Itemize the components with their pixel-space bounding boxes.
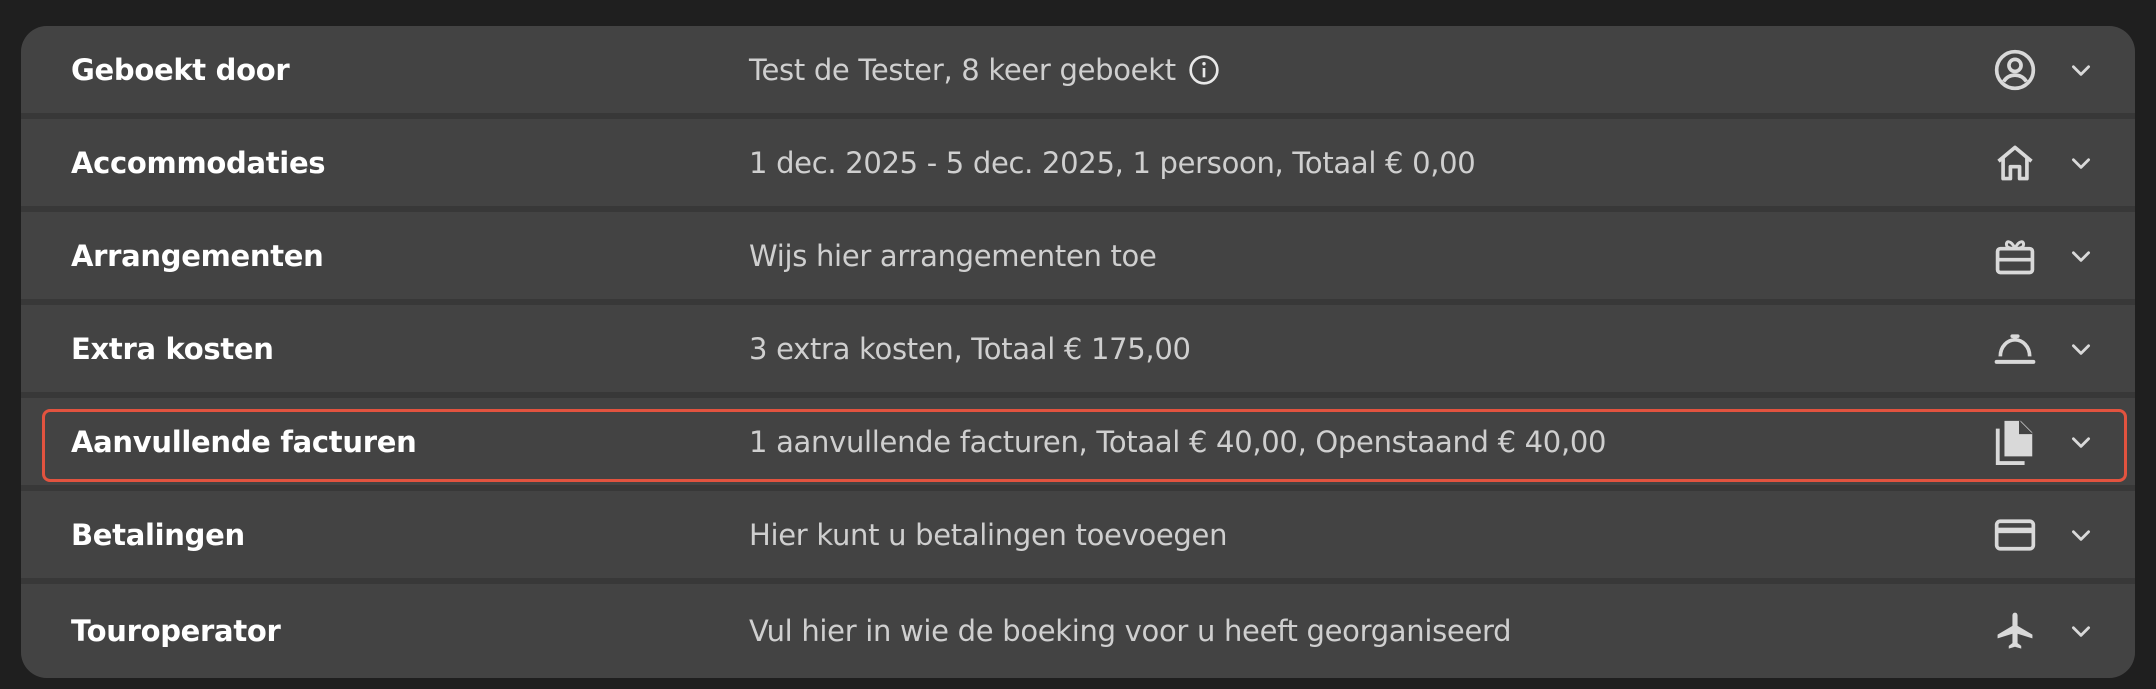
section-row-extra-kosten[interactable]: Extra kosten 3 extra kosten, Totaal € 17… <box>21 305 2135 392</box>
section-row-touroperator[interactable]: Touroperator Vul hier in wie de boeking … <box>21 584 2135 678</box>
section-row-geboekt-door[interactable]: Geboekt door Test de Tester, 8 keer gebo… <box>21 26 2135 113</box>
section-summary: 1 aanvullende facturen, Totaal € 40,00, … <box>749 424 1607 459</box>
section-label: Extra kosten <box>71 331 274 366</box>
section-summary: 3 extra kosten, Totaal € 175,00 <box>749 331 1191 366</box>
airplane-icon <box>1988 604 2042 658</box>
section-row-arrangementen[interactable]: Arrangementen Wijs hier arrangementen to… <box>21 212 2135 299</box>
section-label: Touroperator <box>71 614 281 648</box>
room-service-bell-icon <box>1988 322 2042 376</box>
section-summary: Test de Tester, 8 keer geboekt <box>749 53 1220 87</box>
section-label: Aanvullende facturen <box>71 424 417 459</box>
section-label: Arrangementen <box>71 238 324 273</box>
chevron-down-icon[interactable] <box>2061 143 2101 183</box>
credit-card-icon <box>1988 508 2042 562</box>
section-label: Geboekt door <box>71 52 290 87</box>
home-icon <box>1988 136 2042 190</box>
section-summary: Hier kunt u betalingen toevoegen <box>749 517 1228 552</box>
chevron-down-icon[interactable] <box>2061 329 2101 369</box>
section-summary: Wijs hier arrangementen toe <box>749 238 1157 273</box>
booking-sections-panel: Geboekt door Test de Tester, 8 keer gebo… <box>21 26 2135 678</box>
gift-box-icon <box>1988 229 2042 283</box>
section-summary: Vul hier in wie de boeking voor u heeft … <box>749 614 1512 648</box>
section-summary-text: Test de Tester, 8 keer geboekt <box>749 52 1176 87</box>
chevron-down-icon[interactable] <box>2061 422 2101 462</box>
section-summary: 1 dec. 2025 - 5 dec. 2025, 1 persoon, To… <box>749 145 1476 180</box>
section-row-aanvullende-facturen[interactable]: Aanvullende facturen 1 aanvullende factu… <box>21 398 2135 485</box>
chevron-down-icon[interactable] <box>2061 611 2101 651</box>
documents-icon <box>1988 415 2042 469</box>
info-icon[interactable] <box>1188 54 1220 86</box>
section-row-betalingen[interactable]: Betalingen Hier kunt u betalingen toevoe… <box>21 491 2135 578</box>
chevron-down-icon[interactable] <box>2061 50 2101 90</box>
chevron-down-icon[interactable] <box>2061 515 2101 555</box>
section-label: Accommodaties <box>71 145 326 180</box>
user-circle-icon <box>1988 43 2042 97</box>
section-label: Betalingen <box>71 517 245 552</box>
section-row-accommodaties[interactable]: Accommodaties 1 dec. 2025 - 5 dec. 2025,… <box>21 119 2135 206</box>
chevron-down-icon[interactable] <box>2061 236 2101 276</box>
